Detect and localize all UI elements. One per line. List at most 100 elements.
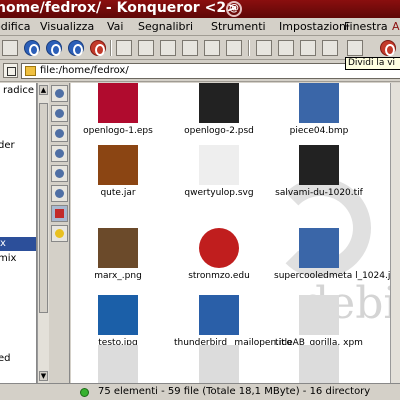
file-icon [299,345,339,383]
menu-help[interactable]: Aiut [392,18,400,35]
sidebar-item[interactable]: radice [3,85,34,96]
stop-icon[interactable] [66,39,86,57]
file-name: openlogo-1.eps [83,126,153,136]
devices-icon[interactable] [51,145,68,162]
tribes-icon [98,295,138,335]
status-text: 75 elementi - 59 file (Totale 18,1 MByte… [98,386,371,397]
paste-icon[interactable] [158,39,178,57]
location-bar: file:/home/fedrox/ [0,60,400,82]
file-item[interactable]: openlogo-1.eps [73,83,163,137]
portrait-icon [98,228,138,268]
kde-icon [299,145,339,185]
file-icon [199,345,239,383]
window-titlebar[interactable]: home/fedrox/ - Konqueror <2> @ [0,0,400,18]
kde-icon [199,83,239,123]
navigation-panel-tabs [49,83,70,383]
bookmarks-icon[interactable] [51,105,68,122]
file-item[interactable]: titleAB_silver. xpm [174,345,264,383]
file-item[interactable]: titleAB_gorilla. xpm [274,295,364,349]
search-icon[interactable] [0,39,20,57]
menu-tools[interactable]: Strumenti [211,18,266,35]
close-icon[interactable] [378,39,398,57]
file-name: supercooledmeta l_1024.jpg [274,271,400,281]
file-item[interactable]: testo.jpg [73,295,163,349]
reload-icon[interactable] [44,39,64,57]
file-item[interactable]: salvami-du-1020.tif [274,145,364,199]
file-icon [98,345,138,383]
file-name: qwertyulop.svg [184,188,254,198]
statusbar: 75 elementi - 59 file (Totale 18,1 MByte… [0,383,400,400]
location-value: file:/home/fedrox/ [40,65,129,76]
network-icon[interactable] [51,165,68,182]
debian-logo-icon [98,83,138,123]
image-icon [299,228,339,268]
menu-window[interactable]: Finestra [344,18,388,35]
file-item[interactable]: titleAB_silver_ dark.xpm [73,345,163,383]
file-item[interactable]: stronmzo.edu [174,228,264,282]
clear-location-icon[interactable] [3,63,18,78]
mail-icon [199,295,239,335]
sidebar-item[interactable]: mix [0,253,16,264]
tooltip: Dividi la vi [345,57,400,70]
file-name: qute.jar [100,188,136,198]
zoom-in-icon[interactable] [202,39,222,57]
window-title: home/fedrox/ - Konqueror <2> [0,0,238,16]
help-icon [199,228,239,268]
find-icon[interactable] [276,39,296,57]
menu-settings[interactable]: Impostazioni [279,18,349,35]
services-icon[interactable] [51,185,68,202]
sidebar-item-selected[interactable]: x [0,237,36,251]
file-item[interactable]: openlogo-2.psd [174,83,264,137]
file-item[interactable]: piece04.bmp [274,83,364,137]
print-icon[interactable] [180,39,200,57]
java-icon [98,145,138,185]
sidebar-scrollbar[interactable]: ▲ ▼ [37,83,49,383]
star-icon[interactable] [51,225,68,242]
location-input[interactable]: file:/home/fedrox/ [21,63,400,79]
menu-bookmarks[interactable]: Segnalibri [138,18,193,35]
icon-view-icon[interactable] [254,39,274,57]
folder-icon [25,66,36,76]
file-item[interactable]: qwertyulop.svg [174,145,264,199]
toolbar [0,36,400,60]
file-item[interactable]: supercooledmeta l_1024.jpg [274,228,400,282]
sidebar-tree[interactable]: radice der x mix ed [0,83,37,383]
tools-icon[interactable] [51,85,68,102]
status-light-icon [80,388,89,397]
zoom-out-icon[interactable] [224,39,244,57]
image-icon [299,83,339,123]
file-icon [299,295,339,335]
toolbar-separator [110,40,112,56]
scroll-down-icon[interactable]: ▼ [39,371,48,381]
menubar: odifica Visualizza Vai Segnalibri Strume… [0,18,400,36]
scroll-thumb[interactable] [39,103,48,313]
copy-icon[interactable] [136,39,156,57]
history-icon[interactable] [51,125,68,142]
svg-icon [199,145,239,185]
file-view[interactable]: debian openlogo-1.epsopenlogo-2.psdpiece… [71,83,400,383]
menu-view[interactable]: Visualizza [40,18,94,35]
toolbar-separator [248,40,250,56]
file-view-scrollbar[interactable] [390,83,400,383]
sidebar-item[interactable]: ed [0,353,11,364]
file-item[interactable]: qute.jar [73,145,163,199]
sidebar-item[interactable]: der [0,140,15,151]
close-tab-icon[interactable] [88,39,108,57]
file-item[interactable]: marx_.png [73,228,163,282]
file-item[interactable]: titleAB.xpm [274,345,364,383]
file-name: stronmzo.edu [188,271,250,281]
home-icon[interactable] [22,39,42,57]
file-name: salvami-du-1020.tif [275,188,363,198]
file-name: piece04.bmp [289,126,349,136]
file-item[interactable]: thunderbird_ mailopen.ico [174,295,292,349]
cut-icon[interactable] [114,39,134,57]
split-view-icon[interactable] [298,39,318,57]
menu-edit[interactable]: odifica [0,18,31,35]
home-folder-icon[interactable] [51,205,68,222]
settings-icon[interactable] [345,39,365,57]
scroll-up-icon[interactable]: ▲ [39,85,48,95]
menu-go[interactable]: Vai [107,18,123,35]
file-name: openlogo-2.psd [184,126,254,136]
detailed-view-icon[interactable] [320,39,340,57]
file-name: marx_.png [94,271,142,281]
